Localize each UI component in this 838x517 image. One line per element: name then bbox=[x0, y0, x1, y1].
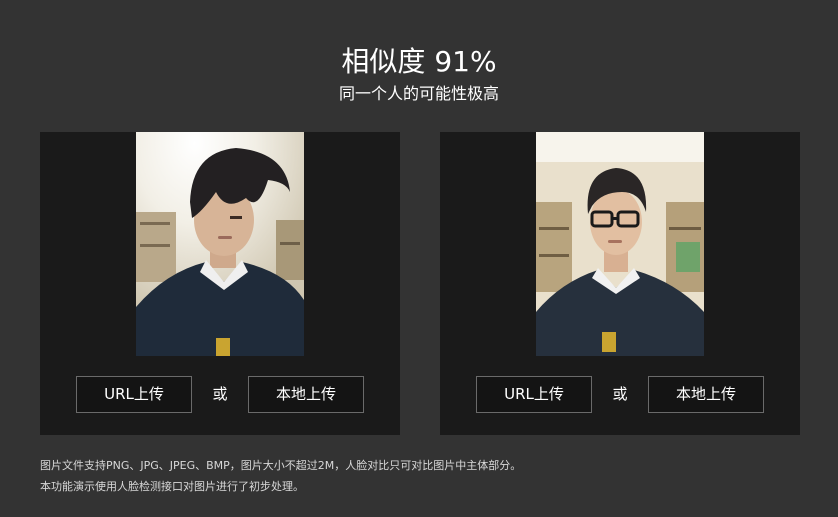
image-panel-left: URL上传 或 本地上传 bbox=[40, 132, 400, 435]
similarity-result: 相似度 91% 同一个人的可能性极高 bbox=[0, 44, 838, 105]
usage-note-format: 图片文件支持PNG、JPG、JPEG、BMP，图片大小不超过2M，人脸对比只可对… bbox=[40, 459, 522, 472]
usage-notes: 图片文件支持PNG、JPG、JPEG、BMP，图片大小不超过2M，人脸对比只可对… bbox=[40, 455, 521, 497]
face-photo-left bbox=[136, 132, 304, 356]
local-upload-button-right[interactable]: 本地上传 bbox=[648, 376, 764, 413]
url-upload-button-left[interactable]: URL上传 bbox=[76, 376, 192, 413]
or-separator-right: 或 bbox=[612, 385, 628, 403]
local-upload-button-left[interactable]: 本地上传 bbox=[248, 376, 364, 413]
similarity-score: 相似度 91% bbox=[341, 45, 497, 78]
image-panel-right: URL上传 或 本地上传 bbox=[440, 132, 800, 435]
url-upload-button-right[interactable]: URL上传 bbox=[476, 376, 592, 413]
or-separator-left: 或 bbox=[212, 385, 228, 403]
face-photo-right bbox=[536, 132, 704, 356]
face-photo-right-image bbox=[536, 132, 704, 356]
similarity-verdict: 同一个人的可能性极高 bbox=[338, 84, 499, 103]
face-photo-left-image bbox=[136, 132, 304, 356]
usage-note-processing: 本功能演示使用人脸检测接口对图片进行了初步处理。 bbox=[40, 480, 304, 493]
